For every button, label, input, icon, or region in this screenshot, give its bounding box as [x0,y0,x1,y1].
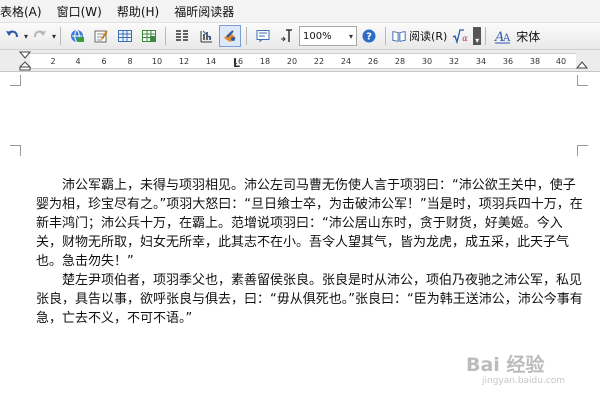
baidu-jingyan-watermark: Bai 经验 jingyan.baidu.com [466,348,596,396]
ruler-number: 28 [394,57,406,66]
tables-borders-icon[interactable] [90,25,112,47]
insert-table-icon[interactable] [114,25,136,47]
insert-comment-icon[interactable] [252,25,274,47]
margin-corner-mark [10,75,21,86]
ruler-number: 2 [50,57,56,66]
equation-editor-icon[interactable]: α [450,25,472,47]
zoom-value: 100% [303,30,332,42]
watermark-url: jingyan.baidu.com [482,376,566,386]
font-name-select[interactable]: AA 宋体 [494,28,540,45]
redo-dropdown-icon[interactable]: ▾ [52,32,56,41]
toolbar-separator [485,27,487,45]
svg-text:A: A [502,33,511,44]
ruler-number: 26 [367,57,379,66]
ruler-number: 30 [421,57,433,66]
toolbar-separator [246,27,248,45]
ruler-number: 40 [555,57,567,66]
ruler-number: 34 [475,57,487,66]
ruler-number: 6 [101,57,107,66]
font-name-value: 宋体 [516,29,541,44]
redo-icon[interactable] [29,25,51,47]
margin-corner-mark [577,75,588,86]
chevron-down-icon: ▾ [349,31,354,41]
ruler-number: 10 [151,57,163,66]
styles-formatting-icon: AA [494,30,511,44]
undo-dropdown-icon[interactable]: ▾ [24,32,28,41]
menu-bar: 表格(A) 窗口(W) 帮助(H) 福昕阅读器 [0,0,600,23]
ruler-number: 32 [448,57,460,66]
ruler-number: 4 [75,57,81,66]
zoom-select[interactable]: 100% ▾ [299,26,358,46]
ruler-number: 24 [340,57,352,66]
toolbar-separator [165,27,167,45]
undo-icon[interactable] [1,25,23,47]
ruler-number: 22 [313,57,325,66]
ruler-number: 38 [529,57,541,66]
ruler-number: 18 [259,57,271,66]
ruler-number: 12 [178,57,190,66]
menu-foxit-reader[interactable]: 福昕阅读器 [168,3,243,20]
ruler-number: 20 [286,57,298,66]
insert-excel-worksheet-icon[interactable] [138,25,160,47]
menu-table[interactable]: 表格(A) [0,3,51,20]
reading-mode-label: 阅读(R) [409,30,448,43]
svg-text:?: ? [366,32,372,43]
book-icon [392,31,406,42]
show-formatting-icon[interactable] [276,25,298,47]
standard-toolbar: ▾ ▾ 100% ▾ ? 阅读(R) α ▾ A A 宋体 [0,23,600,50]
drawing-icon[interactable] [195,25,217,47]
menu-window[interactable]: 窗口(W) [51,3,111,20]
menu-help[interactable]: 帮助(H) [111,3,168,20]
margin-corner-mark [577,145,588,156]
toolbar-separator [385,27,387,45]
toolbar-overflow-icon[interactable]: ▾ [473,27,482,45]
svg-text:α: α [463,34,469,43]
ruler-scale [30,53,576,69]
toolbar-separator [60,27,62,45]
margin-corner-mark [10,145,21,156]
ruler-number: 36 [502,57,514,66]
watermark-logo: Bai 经验 [466,354,545,376]
indent-marker-icon[interactable] [19,51,31,71]
reading-mode-button[interactable]: 阅读(R) [390,28,449,44]
ruler-number: 8 [127,57,133,66]
horizontal-ruler[interactable]: L 2 4 6 8 10 12 14 16 18 20 22 24 26 28 … [0,50,600,72]
document-map-icon[interactable] [219,25,242,47]
document-body[interactable]: 沛公军霸上，未得与项羽相见。沛公左司马曹无伤使人言于项羽曰：“沛公欲王关中，使子… [36,176,584,328]
columns-icon[interactable] [171,25,193,47]
document-paragraph: 沛公军霸上，未得与项羽相见。沛公左司马曹无伤使人言于项羽曰：“沛公欲王关中，使子… [36,178,583,269]
help-icon[interactable]: ? [358,25,380,47]
right-indent-icon[interactable] [576,61,588,70]
document-paragraph: 楚左尹项伯者，项羽季父也，素善留侯张良。张良是时从沛公，项伯乃夜驰之沛公军，私见… [36,273,583,326]
ruler-number: 14 [205,57,217,66]
ruler-number: 16 [232,57,244,66]
hyperlink-icon[interactable] [66,25,88,47]
